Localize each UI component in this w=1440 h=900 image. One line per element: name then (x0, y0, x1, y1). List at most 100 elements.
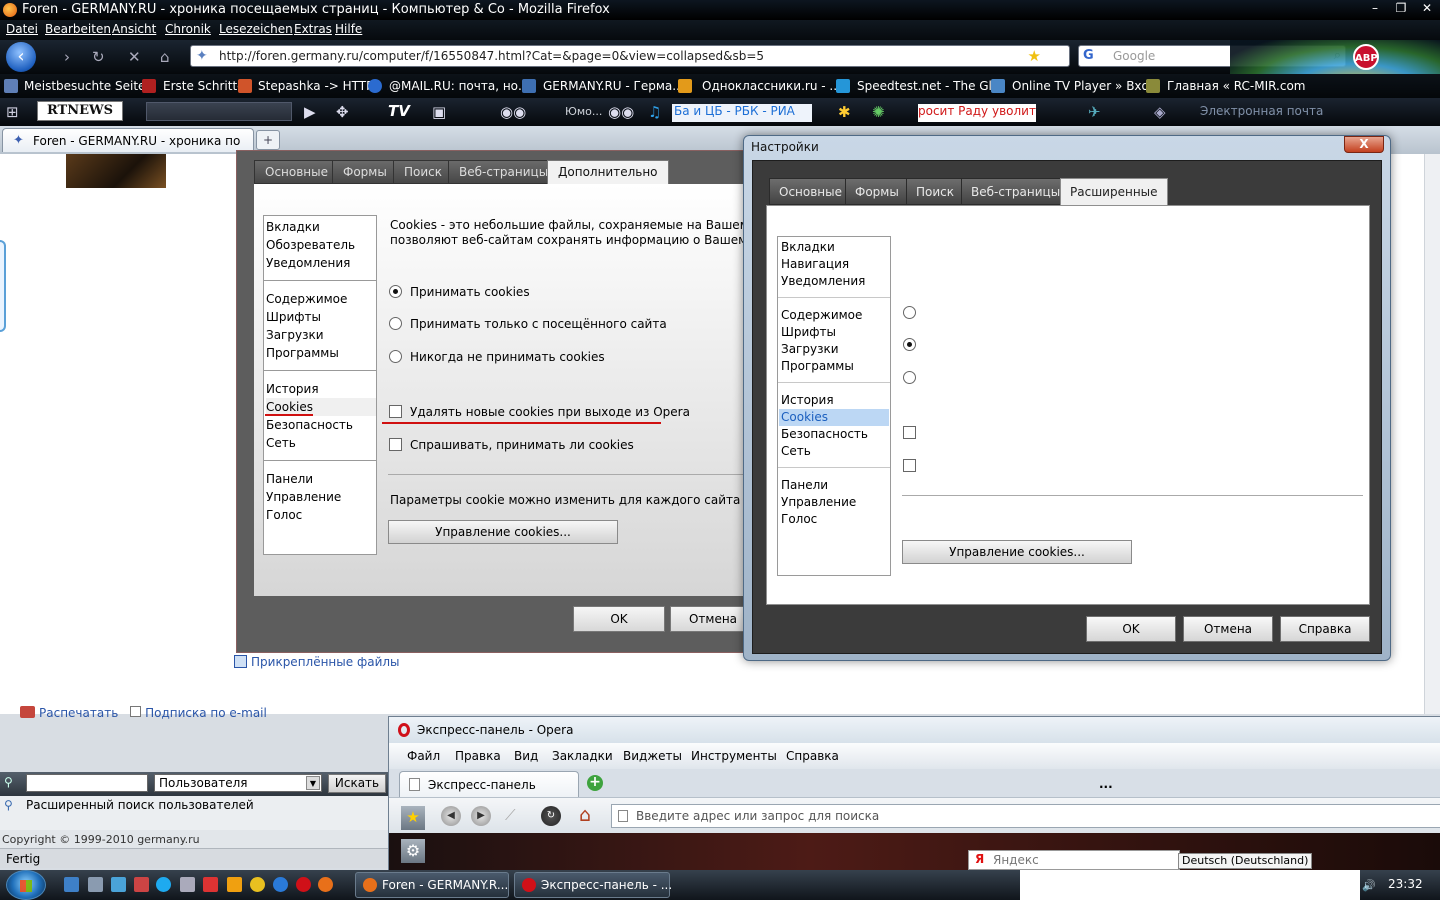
quicklaunch-app-icon[interactable] (134, 877, 149, 892)
quicklaunch-skype-icon[interactable] (156, 877, 171, 892)
opera-address-field[interactable]: Введите адрес или запрос для поиска (611, 804, 1440, 828)
category-item[interactable]: Загрузки (781, 341, 891, 358)
cancel-button[interactable]: Отмена (1183, 616, 1273, 642)
weather-icon[interactable]: ✺ (872, 103, 885, 121)
quicklaunch-player-icon[interactable] (227, 877, 242, 892)
quicklaunch-firefox-icon[interactable] (318, 877, 333, 892)
tab-formy[interactable]: Формы (845, 178, 909, 205)
opera-forward-icon[interactable]: ▶ (471, 806, 491, 826)
opera-reload-icon[interactable]: ↻ (541, 806, 561, 826)
tab-rasshirennye[interactable]: Расширенные (1060, 178, 1168, 206)
start-button[interactable] (6, 870, 46, 900)
category-item[interactable]: Уведомления (781, 273, 891, 290)
back-button[interactable]: ‹ (6, 42, 36, 72)
tv-icon[interactable]: TV (388, 102, 410, 120)
bookmark-most-visited[interactable]: Meistbesuchte Seiten (24, 79, 153, 93)
taskbar-opera[interactable]: Экспресс-панель - ... (514, 872, 672, 898)
quicklaunch-calc-icon[interactable] (180, 877, 195, 892)
opera-menu-view[interactable]: Вид (514, 749, 538, 763)
category-item[interactable]: Шрифты (781, 324, 891, 341)
quicklaunch-switch-icon[interactable] (111, 877, 126, 892)
taskbar-firefox[interactable]: Foren - GERMANY.R... (355, 872, 509, 898)
adblock-plus-icon[interactable]: ABP (1353, 44, 1379, 70)
category-item-cookies[interactable]: Cookies (779, 409, 889, 426)
dialog-close-button[interactable]: X (1344, 136, 1384, 153)
quicklaunch-media-icon[interactable] (203, 877, 218, 892)
bookmark-mail-ru[interactable]: @MAIL.RU: почта, но... (389, 79, 529, 93)
close-icon[interactable]: ✕ (1414, 0, 1440, 17)
bookmark-germany-ru[interactable]: GERMANY.RU - Герма... (543, 79, 684, 93)
radio-never[interactable] (903, 371, 916, 384)
bookmark-odnoklassniki[interactable]: Одноклассники.ru - ... (702, 79, 841, 93)
news-ticker-2[interactable]: росит Раду уволить м (918, 104, 1036, 122)
site-identity-icon[interactable]: ✦ (196, 48, 208, 64)
news-ticker[interactable]: Ба и ЦБ - РБК - РИА (672, 104, 812, 122)
stop-icon[interactable]: ✕ (128, 48, 141, 66)
bookmark-rc-mir[interactable]: Главная « RC-MIR.com (1167, 79, 1306, 93)
quicklaunch-ie-icon[interactable] (273, 877, 288, 892)
media-icon[interactable]: ▣ (432, 103, 446, 121)
opera-new-tab-icon[interactable]: + (587, 775, 603, 791)
advanced-search-link[interactable]: Расширенный поиск пользователей (26, 798, 254, 812)
opera-more-icon[interactable]: ... (1099, 777, 1113, 791)
opera-menu-file[interactable]: Файл (407, 749, 440, 763)
opera-tab-speed-dial[interactable]: Экспресс-панель (399, 771, 579, 797)
quicklaunch-explorer-icon[interactable] (88, 877, 103, 892)
category-item[interactable]: Вкладки (781, 239, 891, 256)
manage-cookies-button[interactable]: Управление cookies... (902, 540, 1132, 564)
bookmark-first-steps[interactable]: Erste Schritte (163, 79, 245, 93)
tab-osnovnye[interactable]: Основные (769, 178, 853, 205)
clock[interactable]: 23:32 (1388, 877, 1423, 891)
attachments-link[interactable]: Прикреплённые файлы (234, 655, 400, 669)
opera-menu-tools[interactable]: Инструменты (691, 749, 777, 763)
category-item[interactable]: Панели (781, 477, 891, 494)
vertical-scrollbar[interactable] (1424, 154, 1440, 714)
settings-category-list[interactable]: Вкладки Навигация Уведомления Содержимое… (777, 236, 891, 576)
home-icon[interactable]: ⌂ (160, 48, 170, 66)
quicklaunch-chrome-icon[interactable] (250, 877, 265, 892)
yandex-search[interactable]: Я Яндекс (968, 850, 1180, 870)
tab-poisk[interactable]: Поиск (906, 178, 965, 205)
opera-menu-edit[interactable]: Правка (455, 749, 501, 763)
twitter-icon[interactable]: ✈ (1088, 103, 1101, 121)
ok-button[interactable]: OK (1086, 616, 1176, 642)
opera-panel-gear-icon[interactable]: ⚙ (401, 839, 425, 863)
quicklaunch-opera-icon[interactable] (296, 877, 311, 892)
category-item[interactable]: Голос (781, 511, 891, 528)
email-ticker[interactable]: Электронная почта (1200, 104, 1340, 122)
tab-veb-stranicy[interactable]: Веб-страницы (961, 178, 1071, 205)
category-item[interactable]: История (781, 392, 891, 409)
url-bar[interactable]: ✦ http://foren.germany.ru/computer/f/165… (190, 45, 1070, 67)
category-item[interactable]: Навигация (781, 256, 891, 273)
opera-menu-help[interactable]: Справка (786, 749, 839, 763)
player-controls-icon[interactable]: ◉◉ (500, 103, 526, 121)
menu-lesezeichen[interactable]: Lesezeichen (219, 22, 293, 36)
minimize-icon[interactable]: – (1362, 0, 1388, 17)
menu-hilfe[interactable]: Hilfe (335, 22, 362, 36)
category-item[interactable]: Содержимое (781, 307, 891, 324)
user-type-select[interactable]: Пользователя ▼ (154, 774, 322, 792)
side-panel-tab[interactable] (0, 240, 6, 332)
widget-icon[interactable]: ✱ (838, 103, 851, 121)
chevron-down-icon[interactable]: ▼ (306, 776, 320, 790)
rtnews-logo[interactable]: RTNEWS (37, 101, 123, 121)
user-search-input[interactable] (26, 774, 148, 792)
category-item[interactable]: Сеть (781, 443, 891, 460)
tab-foren[interactable]: ✦ Foren - GERMANY.RU - хроника по (2, 128, 254, 152)
opera-menu-widgets[interactable]: Виджеты (623, 749, 682, 763)
menu-bearbeiten[interactable]: Bearbeiten (45, 22, 111, 36)
opera-home-icon[interactable]: ⌂ (579, 804, 591, 826)
reload-icon[interactable]: ↻ (92, 48, 105, 66)
opera-wand-icon[interactable]: ⟋ (505, 806, 516, 824)
bookmark-star-icon[interactable]: ★ (1028, 47, 1041, 65)
menu-extras[interactable]: Extras (294, 22, 332, 36)
category-item[interactable]: Управление (781, 494, 891, 511)
subscribe-link[interactable]: Подписка по e-mail (145, 706, 267, 720)
quicklaunch-desktop-icon[interactable] (64, 877, 79, 892)
search-button[interactable]: Искать (328, 774, 386, 793)
help-button[interactable]: Справка (1280, 616, 1370, 642)
bookmark-online-tv[interactable]: Online TV Player » Вхо... (1012, 79, 1160, 93)
volume-icon[interactable]: ◉◉ (608, 103, 634, 121)
volume-tray-icon[interactable]: 🔊 (1362, 879, 1376, 892)
checkbox-ask[interactable] (903, 459, 916, 472)
